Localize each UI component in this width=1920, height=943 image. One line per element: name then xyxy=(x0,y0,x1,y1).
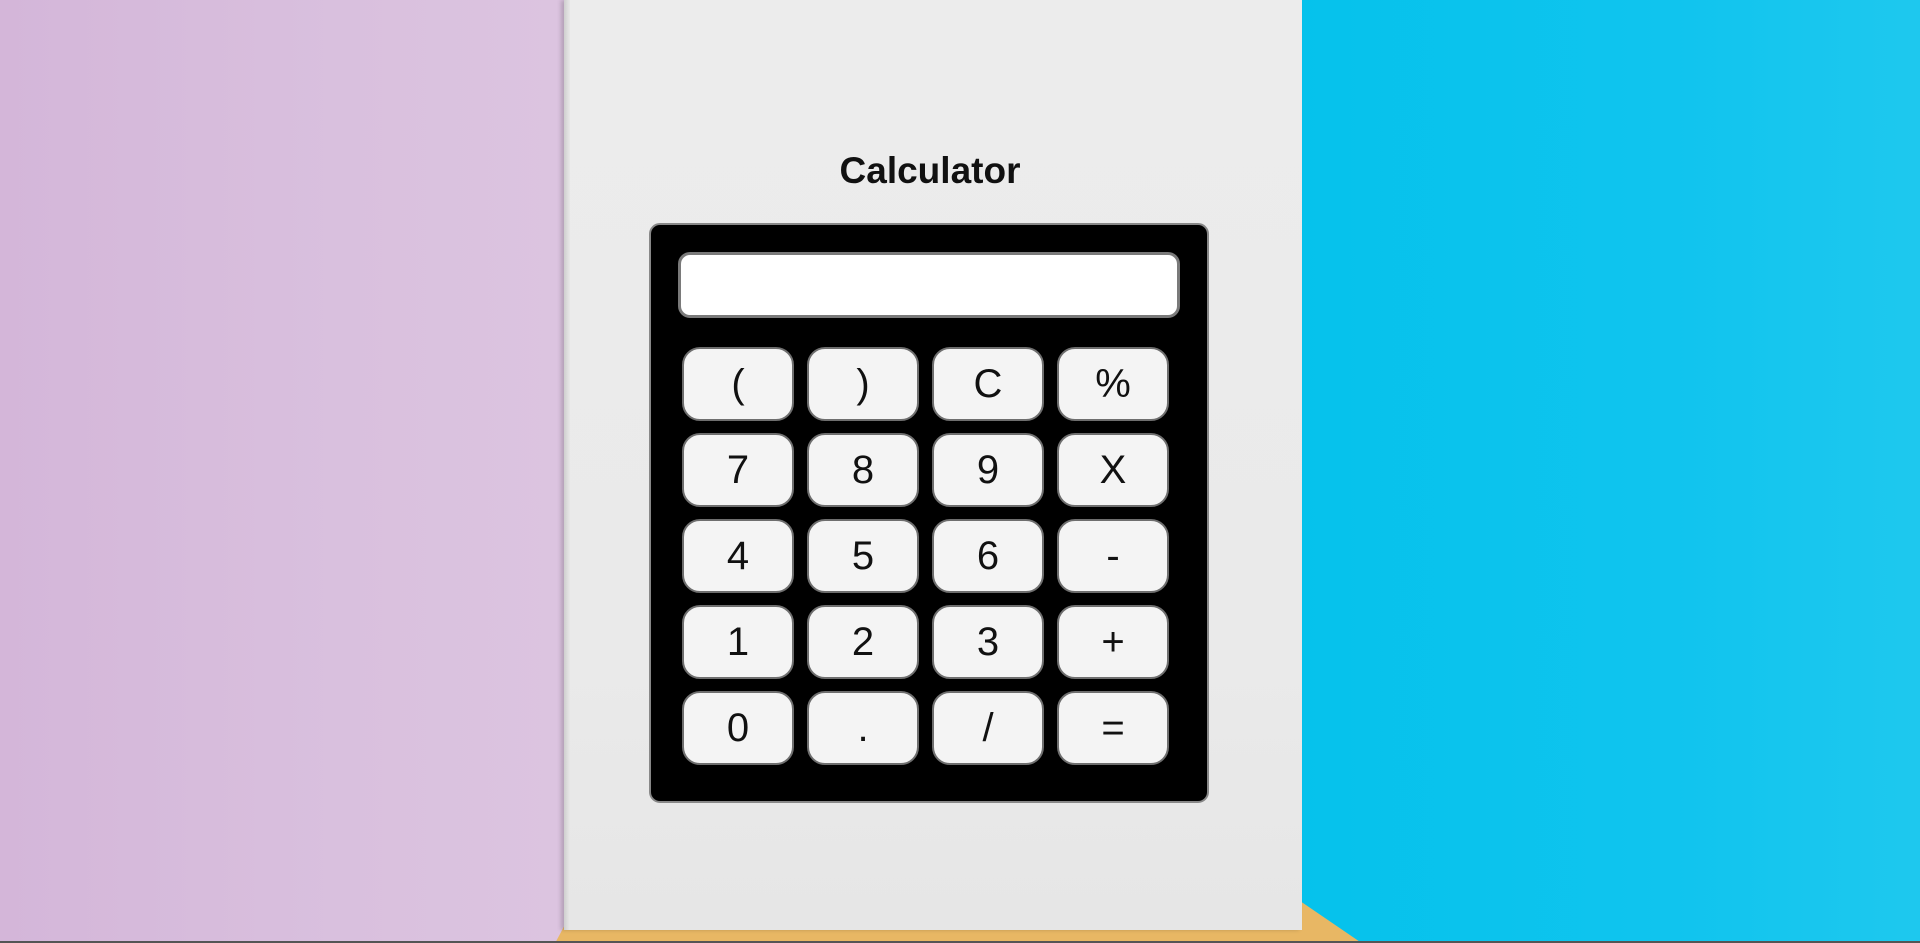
percent-button[interactable]: % xyxy=(1057,347,1169,421)
digit-8-button[interactable]: 8 xyxy=(807,433,919,507)
clear-button[interactable]: C xyxy=(932,347,1044,421)
digit-0-button[interactable]: 0 xyxy=(682,691,794,765)
digit-6-button[interactable]: 6 xyxy=(932,519,1044,593)
paper-edge xyxy=(564,0,570,930)
calculator: ( ) C % 7 8 9 X 4 5 6 - 1 2 3 + 0 . / = xyxy=(649,223,1209,803)
close-paren-button[interactable]: ) xyxy=(807,347,919,421)
digit-3-button[interactable]: 3 xyxy=(932,605,1044,679)
equals-button[interactable]: = xyxy=(1057,691,1169,765)
background-blue-panel xyxy=(1298,0,1920,943)
digit-9-button[interactable]: 9 xyxy=(932,433,1044,507)
background-pink-panel xyxy=(0,0,570,943)
add-button[interactable]: + xyxy=(1057,605,1169,679)
digit-7-button[interactable]: 7 xyxy=(682,433,794,507)
keypad: ( ) C % 7 8 9 X 4 5 6 - 1 2 3 + 0 . / = xyxy=(682,347,1169,765)
digit-4-button[interactable]: 4 xyxy=(682,519,794,593)
open-paren-button[interactable]: ( xyxy=(682,347,794,421)
digit-2-button[interactable]: 2 xyxy=(807,605,919,679)
multiply-button[interactable]: X xyxy=(1057,433,1169,507)
page-title: Calculator xyxy=(839,150,1021,191)
decimal-button[interactable]: . xyxy=(807,691,919,765)
divide-button[interactable]: / xyxy=(932,691,1044,765)
subtract-button[interactable]: - xyxy=(1057,519,1169,593)
digit-1-button[interactable]: 1 xyxy=(682,605,794,679)
calculator-display[interactable] xyxy=(678,252,1180,318)
digit-5-button[interactable]: 5 xyxy=(807,519,919,593)
